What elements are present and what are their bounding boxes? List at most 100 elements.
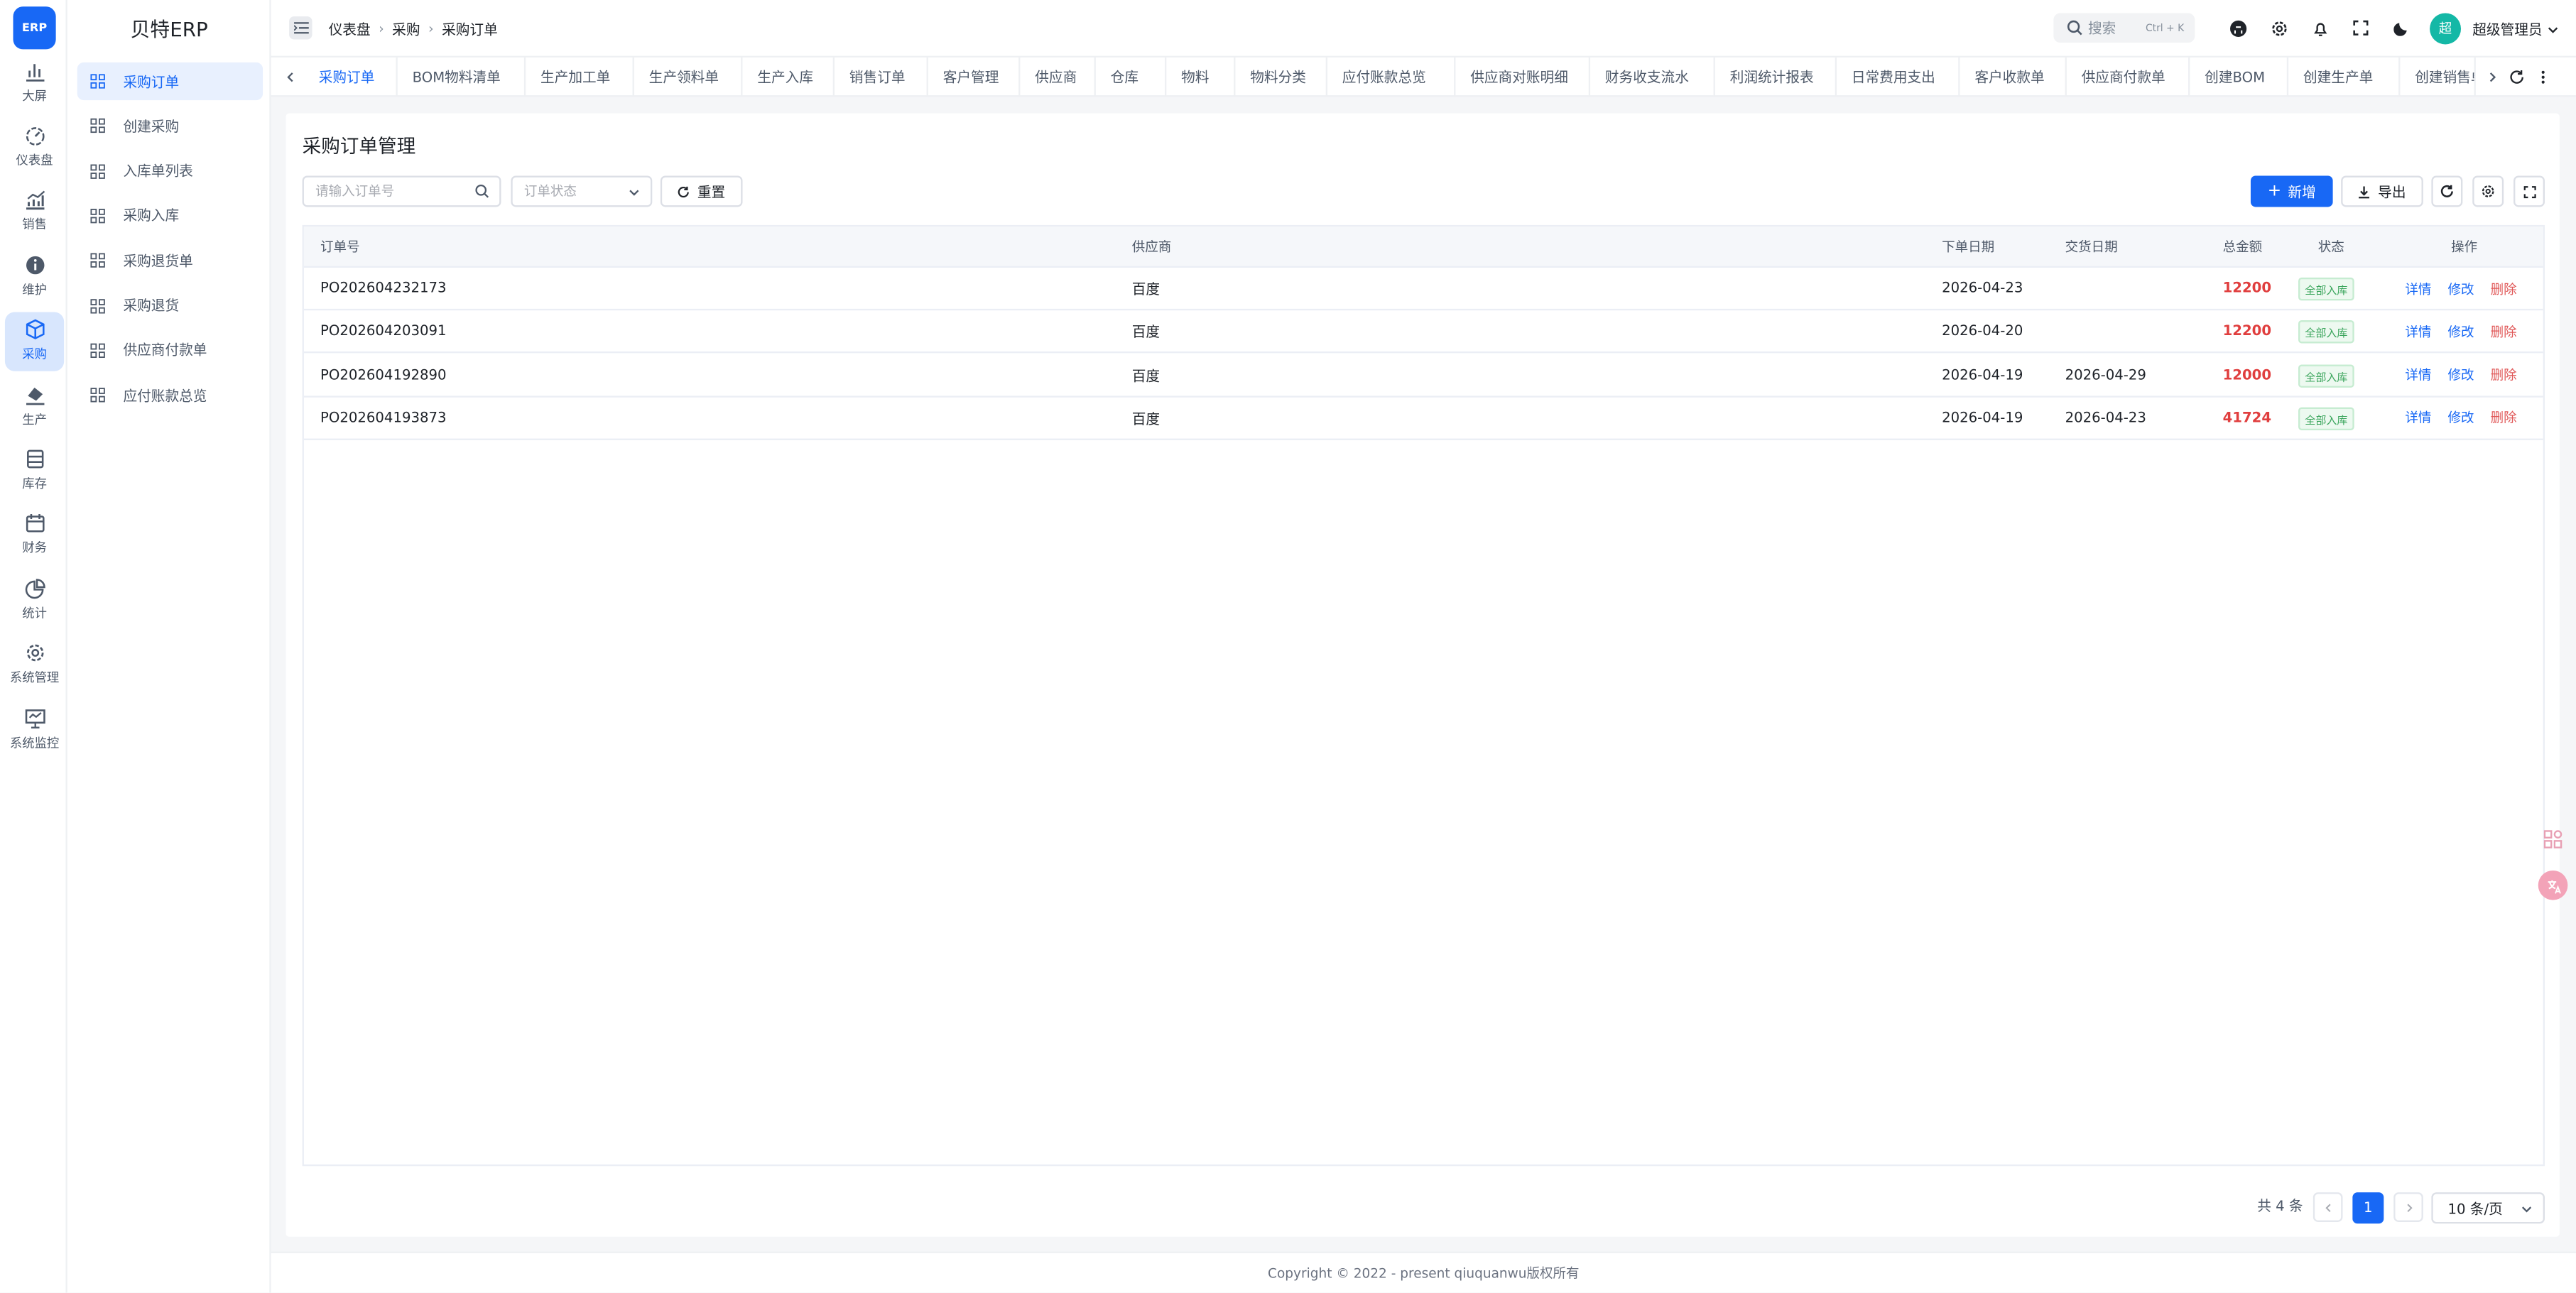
submenu-item-label: 采购退货单: [123, 253, 193, 271]
export-button[interactable]: 导出: [2341, 175, 2423, 207]
order-no-input[interactable]: 请输入订单号: [302, 175, 501, 207]
translate-icon[interactable]: [2538, 870, 2568, 900]
submenu-item-2[interactable]: 入库单列表: [77, 152, 263, 190]
tab-0[interactable]: 采购订单: [304, 57, 398, 97]
tab-11[interactable]: 应付账款总览: [1327, 57, 1456, 97]
cell-actions: 详情 修改 删除: [2405, 268, 2516, 310]
rail-item-7[interactable]: 财务: [5, 506, 64, 564]
rail-item-5[interactable]: 生产: [5, 376, 64, 435]
tab-13[interactable]: 财务收支流水: [1590, 57, 1715, 97]
add-label: 新增: [2288, 185, 2316, 202]
refresh-icon[interactable]: [2505, 66, 2528, 89]
next-page-button[interactable]: [2393, 1192, 2423, 1222]
cell-delivery-date: 2026-04-23: [2065, 410, 2146, 427]
edit-link[interactable]: 修改: [2448, 410, 2474, 427]
avatar[interactable]: 超: [2430, 13, 2462, 45]
tab-8[interactable]: 仓库: [1096, 57, 1167, 97]
tab-10[interactable]: 物料分类: [1235, 57, 1327, 97]
tab-15[interactable]: 日常费用支出: [1837, 57, 1960, 97]
rail-item-label: 系统管理: [9, 670, 60, 685]
tab-4[interactable]: 生产入库: [743, 57, 835, 97]
tab-18[interactable]: 创建BOM: [2190, 57, 2289, 97]
tab-16[interactable]: 客户收款单: [1960, 57, 2067, 97]
tab-5[interactable]: 销售订单: [835, 57, 928, 97]
moon-icon[interactable]: [2391, 16, 2413, 39]
delete-link[interactable]: 删除: [2491, 366, 2517, 384]
prev-page-button[interactable]: [2313, 1192, 2343, 1222]
detail-link[interactable]: 详情: [2405, 366, 2431, 384]
rail-item-4[interactable]: 采购: [4, 311, 65, 371]
rail-item-9[interactable]: 系统管理: [5, 635, 64, 694]
page-1-button[interactable]: 1: [2352, 1192, 2384, 1224]
tab-2[interactable]: 生产加工单: [526, 57, 634, 97]
logo-text: ERP: [21, 21, 48, 35]
order-status-select[interactable]: 订单状态: [511, 175, 653, 207]
tab-14[interactable]: 利润统计报表: [1715, 57, 1837, 97]
table-row[interactable]: PO202604193873 百度 2026-04-19 2026-04-23 4172…: [303, 398, 2543, 440]
reset-button[interactable]: 重置: [660, 175, 743, 207]
tab-12[interactable]: 供应商对账明细: [1455, 57, 1591, 97]
submenu-item-6[interactable]: 供应商付款单: [77, 332, 263, 369]
add-button[interactable]: + 新增: [2250, 175, 2333, 207]
more-vertical-icon[interactable]: [2531, 66, 2554, 89]
refresh-table-button[interactable]: [2431, 175, 2463, 207]
tab-3[interactable]: 生产领料单: [634, 57, 743, 97]
fullscreen-icon: [2523, 185, 2536, 197]
search-placeholder: 搜索: [2087, 21, 2116, 38]
submenu-item-0[interactable]: 采购订单: [77, 62, 263, 101]
delete-link[interactable]: 删除: [2491, 323, 2517, 341]
chevron-left-icon[interactable]: [279, 66, 302, 89]
rail-item-8[interactable]: 统计: [5, 570, 64, 629]
search-icon[interactable]: [474, 184, 489, 199]
delete-link[interactable]: 删除: [2491, 280, 2517, 298]
detail-link[interactable]: 详情: [2405, 410, 2431, 427]
fullscreen-icon[interactable]: [2349, 16, 2372, 39]
table-row[interactable]: PO202604192890 百度 2026-04-19 2026-04-29 1200…: [303, 354, 2543, 397]
bell-icon[interactable]: [2308, 16, 2331, 39]
rail-item-0[interactable]: 大屏: [5, 53, 64, 111]
tab-6[interactable]: 客户管理: [928, 57, 1021, 97]
submenu-item-1[interactable]: 创建采购: [77, 107, 263, 145]
tab-7[interactable]: 供应商: [1020, 57, 1096, 97]
submenu-item-3[interactable]: 采购入库: [77, 197, 263, 234]
tab-1[interactable]: BOM物料清单: [398, 57, 526, 97]
breadcrumb-item-dashboard[interactable]: 仪表盘: [329, 19, 371, 38]
submenu-item-label: 采购订单: [123, 75, 180, 92]
table-fullscreen-button[interactable]: [2513, 175, 2545, 207]
table-row[interactable]: PO202604203091 百度 2026-04-20 12200 全部入库 详情 修改删…: [303, 311, 2543, 354]
submenu-item-label: 创建采购: [123, 119, 180, 136]
float-tool-icon[interactable]: [2538, 824, 2568, 854]
page-size-select[interactable]: 10 条/页: [2431, 1192, 2545, 1224]
rail-item-2[interactable]: 销售: [5, 182, 64, 241]
detail-link[interactable]: 详情: [2405, 280, 2431, 298]
tab-20[interactable]: 创建销售单: [2400, 57, 2476, 97]
delete-link[interactable]: 删除: [2491, 410, 2517, 427]
edit-link[interactable]: 修改: [2448, 366, 2474, 384]
detail-link[interactable]: 详情: [2405, 323, 2431, 341]
submenu-item-7[interactable]: 应付账款总览: [77, 376, 263, 414]
edit-link[interactable]: 修改: [2448, 280, 2474, 298]
page-size-value: 10 条/页: [2447, 1201, 2503, 1218]
submenu-item-5[interactable]: 采购退货: [77, 287, 263, 324]
breadcrumb-item-purchase[interactable]: 采购: [392, 19, 420, 38]
settings-icon[interactable]: [2267, 16, 2290, 39]
rail-item-3[interactable]: 维护: [5, 246, 64, 305]
github-icon[interactable]: [2226, 16, 2249, 39]
rail-item-1[interactable]: 仪表盘: [5, 117, 64, 176]
rail-item-6[interactable]: 库存: [5, 441, 64, 500]
table-row[interactable]: PO202604232173 百度 2026-04-23 12200 全部入库 详情 修改删…: [303, 268, 2543, 311]
edit-link[interactable]: 修改: [2448, 323, 2474, 341]
submenu-item-4[interactable]: 采购退货单: [77, 241, 263, 279]
rail-item-10[interactable]: 系统监控: [5, 699, 64, 758]
menu-toggle-button[interactable]: [289, 16, 313, 40]
chevron-right-icon[interactable]: [2481, 66, 2504, 89]
user-menu[interactable]: 超级管理员: [2472, 0, 2558, 58]
tab-9[interactable]: 物料: [1166, 57, 1236, 97]
breadcrumb: 仪表盘 › 采购 › 采购订单: [329, 0, 498, 58]
column-settings-button[interactable]: [2472, 175, 2504, 207]
app-logo[interactable]: ERP: [13, 6, 56, 50]
cell-supplier: 百度: [1131, 325, 1161, 342]
tab-19[interactable]: 创建生产单: [2288, 57, 2401, 97]
global-search[interactable]: 搜索 Ctrl + K: [2053, 13, 2195, 43]
tab-17[interactable]: 供应商付款单: [2067, 57, 2190, 97]
